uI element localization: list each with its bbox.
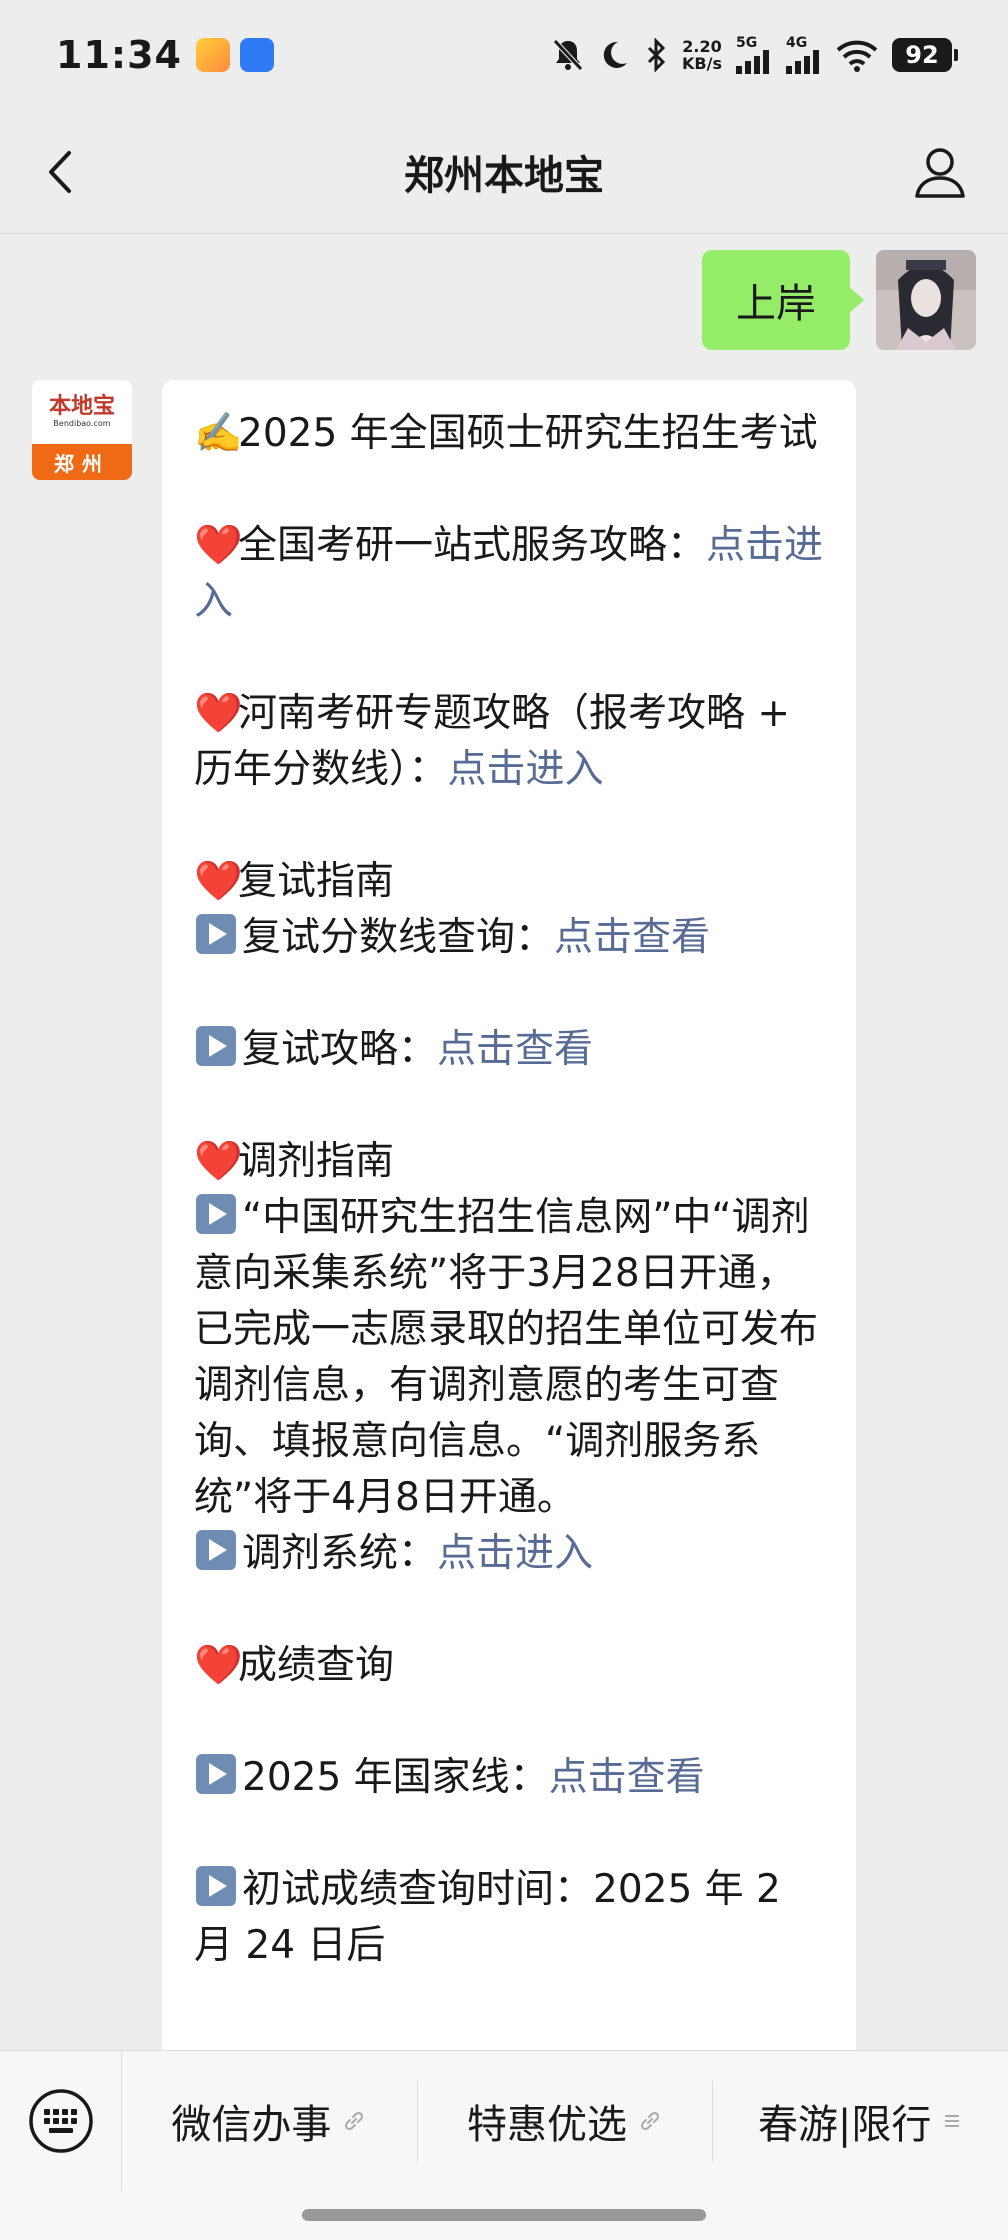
profile-button[interactable] [912,144,968,200]
status-time: 11:34 [56,33,182,77]
status-bar: 11:34 2.20 KB/s 5G 4G 92 [0,0,1008,110]
heart-icon: ❤️ [194,1643,243,1688]
message-link[interactable]: 点击查看 [437,1027,593,1072]
message-paragraph: ❤️成绩查询 [194,1638,824,1694]
bot-avatar-city: 郑州 [32,444,132,480]
keyboard-toggle-button[interactable] [0,2051,122,2191]
message-heading: 调剂指南 [238,1139,395,1184]
incoming-bubble: ✍️2025 年全国硕士研究生招生考试 ❤️全国考研一站式服务攻略：点击进入 ❤… [162,380,856,2060]
outgoing-text: 上岸 [736,281,816,327]
menu-item-spring-travel[interactable]: 春游|限行 [713,2081,1008,2161]
message-paragraph: 复试攻略：点击查看 [194,1022,824,1078]
play-button-icon [196,1866,236,1906]
link-icon [640,2111,660,2131]
home-indicator[interactable] [302,2209,706,2221]
play-button-icon [196,914,236,954]
play-button-icon [196,1754,236,1794]
message-link[interactable]: 点击查看 [549,1755,705,1800]
list-icon [945,2115,960,2127]
user-avatar-image [876,250,976,350]
bot-avatar-logo: 本地宝 Bendibao.com [32,380,132,444]
message-text: 全国考研一站式服务攻略： [238,523,707,568]
outgoing-bubble[interactable]: 上岸 [702,250,864,350]
message-title: 2025 年全国硕士研究生招生考试 [238,411,818,456]
signal-5g: 5G [736,36,772,74]
status-icons: 2.20 KB/s 5G 4G 92 [552,36,958,74]
bot-logo-sub: Bendibao.com [53,419,111,428]
signal-5g-label: 5G [736,35,758,51]
message-text: 调剂系统： [242,1531,438,1576]
message-link[interactable]: 点击进入 [448,747,604,792]
chevron-left-icon [49,151,71,193]
bot-logo-text: 本地宝 [48,394,115,419]
message-link[interactable]: 点击进入 [437,1531,593,1576]
link-icon [345,2111,364,2131]
heart-icon: ❤️ [194,523,243,568]
bluetooth-icon [647,38,666,72]
play-button-icon [196,1026,236,1066]
message-paragraph: ❤️复试指南 复试分数线查询：点击查看 [194,854,824,966]
page-title: 郑州本地宝 [404,152,604,199]
menu-item-wechat-services[interactable]: 微信办事 [122,2081,418,2161]
bot-avatar[interactable]: 本地宝 Bendibao.com 郑州 [32,380,132,480]
mute-bell-icon [553,39,583,71]
writing-hand-icon: ✍️ [194,411,243,456]
moon-icon [603,41,628,68]
message-paragraph: ❤️河南考研专题攻略（报考攻略 + 历年分数线）：点击进入 [194,686,824,798]
heart-icon: ❤️ [194,1139,243,1184]
message-paragraph: ✍️2025 年全国硕士研究生招生考试 [194,406,824,462]
net-speed-unit: KB/s [682,54,722,73]
menu-item-label: 春游|限行 [757,2102,932,2148]
back-button[interactable] [34,146,86,198]
message-text: 初试成绩查询时间：2025 年 2 月 24 日后 [194,1867,781,1968]
person-icon [915,148,965,198]
menu-item-label: 特惠优选 [467,2102,627,2148]
play-button-icon [196,1530,236,1570]
heart-icon: ❤️ [194,859,243,904]
signal-4g: 4G [786,36,822,74]
signal-bars-icon [736,50,769,74]
message-heading: 复试指南 [238,859,395,904]
message-text: “中国研究生招生信息网”中“调剂意向采集系统”将于3月28日开通，已完成一志愿录… [194,1195,819,1520]
incoming-message: 本地宝 Bendibao.com 郑州 ✍️2025 年全国硕士研究生招生考试 … [32,380,856,2060]
message-paragraph: ❤️调剂指南 “中国研究生招生信息网”中“调剂意向采集系统”将于3月28日开通，… [194,1134,824,1582]
net-speed-value: 2.20 [682,37,722,56]
message-text: 2025 年国家线： [242,1755,549,1800]
bottom-menu: 微信办事 特惠优选 春游|限行 [0,2050,1008,2240]
message-paragraph: ❤️全国考研一站式服务攻略：点击进入 [194,518,824,630]
weather-app-icon [195,38,230,72]
play-button-icon [196,1194,236,1234]
heart-icon: ❤️ [194,691,243,736]
menu-row: 微信办事 特惠优选 春游|限行 [0,2051,1008,2191]
menu-item-label: 微信办事 [171,2102,332,2148]
menu-item-deals[interactable]: 特惠优选 [418,2081,714,2161]
message-link[interactable]: 点击查看 [554,915,710,960]
signal-4g-label: 4G [786,35,808,51]
message-heading: 成绩查询 [238,1643,395,1688]
wifi-icon [836,40,878,72]
avatar[interactable] [876,250,976,350]
message-text: 复试分数线查询： [242,915,555,960]
browser-app-icon [239,38,274,72]
chat-header: 郑州本地宝 [0,110,1008,234]
keyboard-icon [28,2089,93,2153]
signal-bars-icon [786,50,819,74]
outgoing-message: 上岸 [702,250,976,350]
battery-indicator: 92 [892,38,958,72]
net-speed: 2.20 KB/s [682,38,722,72]
message-paragraph: 初试成绩查询时间：2025 年 2 月 24 日后 [194,1862,824,1974]
message-paragraph: 2025 年国家线：点击查看 [194,1750,824,1806]
message-text: 复试攻略： [242,1027,438,1072]
